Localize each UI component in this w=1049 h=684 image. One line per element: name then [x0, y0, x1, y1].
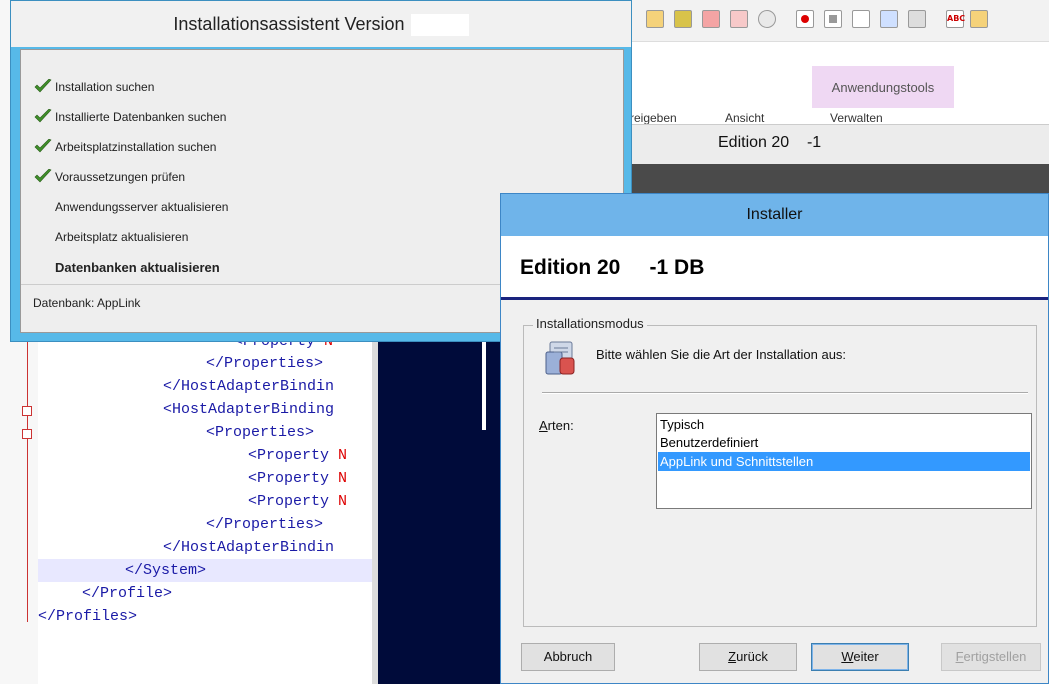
code-line[interactable]: </Properties> — [38, 352, 372, 375]
code-line[interactable]: <Property N — [38, 490, 372, 513]
code-line[interactable]: </Profiles> — [38, 605, 372, 628]
code-text: </Profiles> — [38, 608, 138, 625]
code-line[interactable]: </Properties> — [38, 513, 372, 536]
cancel-button[interactable]: Abbruch — [521, 643, 615, 671]
option-applink[interactable]: AppLink und Schnittstellen — [658, 452, 1030, 471]
database-status: Datenbank: AppLink — [33, 296, 141, 310]
install-step-label: Voraussetzungen prüfen — [55, 170, 186, 184]
installer-dialog: Installer Edition 20 -1 DB Installations… — [500, 193, 1049, 684]
option-benutzerdefiniert[interactable]: Benutzerdefiniert — [658, 433, 1030, 452]
code-attribute: N — [338, 447, 348, 464]
installation-mode-group: Installationsmodus Bitte wählen Sie die … — [523, 316, 1037, 627]
stop-icon[interactable] — [824, 10, 842, 28]
code-line[interactable]: <HostAdapterBinding — [38, 398, 372, 421]
installer-titlebar[interactable]: Installer — [501, 194, 1048, 236]
checkmark-icon — [34, 139, 52, 153]
install-step-label: Installation suchen — [55, 80, 155, 94]
context-tab-anwendungstools[interactable]: Anwendungstools — [812, 66, 954, 108]
code-attribute: N — [338, 493, 348, 510]
install-step-label: Arbeitsplatz aktualisieren — [55, 230, 189, 244]
grid-icon[interactable] — [908, 10, 926, 28]
mail-icon[interactable] — [730, 10, 748, 28]
installer-heading: Edition 20 -1 DB — [520, 256, 705, 279]
group-divider — [542, 392, 1028, 394]
fold-toggle[interactable] — [22, 406, 32, 416]
install-assistant-titlebar[interactable]: Installationsassistent Version — [11, 1, 631, 47]
code-text: </System> — [125, 562, 207, 579]
code-line[interactable]: <Property N — [38, 467, 372, 490]
code-text: </HostAdapterBindin — [163, 378, 335, 395]
install-step-label: Anwendungsserver aktualisieren — [55, 200, 229, 214]
code-text: </Properties> — [206, 516, 324, 533]
installation-types-list[interactable]: Typisch Benutzerdefiniert AppLink und Sc… — [656, 413, 1032, 509]
edition-window-title-text: Edition 20 -1 — [718, 134, 822, 151]
code-text: </Profile> — [82, 585, 173, 602]
code-line[interactable]: </HostAdapterBindin — [38, 536, 372, 559]
code-text: <Property — [248, 470, 339, 487]
install-step-label: Datenbanken aktualisieren — [55, 260, 220, 275]
installation-mode-legend: Installationsmodus — [533, 316, 647, 331]
installer-header: Edition 20 -1 DB — [501, 236, 1048, 300]
code-text: <Property — [248, 493, 339, 510]
install-assistant-title: Installationsassistent Version — [173, 14, 405, 34]
code-line[interactable]: <Properties> — [38, 421, 372, 444]
fold-toggle[interactable] — [22, 429, 32, 439]
ribbon-tabs: reigeben Ansicht Verwalten — [630, 110, 1049, 124]
book-icon[interactable] — [674, 10, 692, 28]
installation-prompt: Bitte wählen Sie die Art der Installatio… — [596, 347, 847, 362]
next-button[interactable]: Weiter — [811, 643, 909, 671]
eye-icon[interactable] — [758, 10, 776, 28]
code-text: </HostAdapterBindin — [163, 539, 335, 556]
code-text: </Properties> — [206, 355, 324, 372]
background-toolbar: ABC — [630, 0, 1049, 42]
option-typisch[interactable]: Typisch — [658, 415, 1030, 434]
code-attribute: N — [338, 470, 348, 487]
acrobat-icon[interactable] — [702, 10, 720, 28]
code-line[interactable]: </System> — [38, 559, 372, 582]
pane-splitter[interactable] — [372, 310, 378, 684]
edition-window-title: Edition 20 -1 — [630, 124, 1049, 164]
tab-freigeben[interactable]: reigeben — [630, 111, 677, 124]
code-line[interactable]: </Profile> — [38, 582, 372, 605]
fast-forward-icon[interactable] — [880, 10, 898, 28]
back-button[interactable]: Zurück — [699, 643, 797, 671]
play-icon[interactable] — [852, 10, 870, 28]
finish-button[interactable]: Fertigstellen — [941, 643, 1041, 671]
edition-window-body — [630, 164, 1049, 196]
checkmark-icon — [34, 169, 52, 183]
code-text: <HostAdapterBinding — [163, 401, 335, 418]
code-text: <Properties> — [206, 424, 315, 441]
fold-guide-line — [27, 342, 28, 622]
record-icon[interactable] — [796, 10, 814, 28]
code-line[interactable]: </HostAdapterBindin — [38, 375, 372, 398]
preview-border — [482, 340, 486, 430]
folder-icon[interactable] — [646, 10, 664, 28]
code-text: <Property — [248, 447, 339, 464]
version-redaction — [410, 14, 469, 37]
setup-icon — [544, 340, 578, 378]
tab-ansicht[interactable]: Ansicht — [725, 111, 764, 124]
install-step-label: Installierte Datenbanken suchen — [55, 110, 227, 124]
preview-pane — [372, 310, 512, 684]
checkmark-icon — [34, 79, 52, 93]
types-label: Arten: — [539, 418, 574, 433]
checkmark-icon — [34, 109, 52, 123]
install-step-label: Arbeitsplatzinstallation suchen — [55, 140, 217, 154]
tab-verwalten[interactable]: Verwalten — [830, 111, 883, 124]
spellcheck-icon[interactable]: ABC — [946, 10, 965, 28]
find-icon[interactable] — [970, 10, 988, 28]
code-line[interactable]: <Property N — [38, 444, 372, 467]
